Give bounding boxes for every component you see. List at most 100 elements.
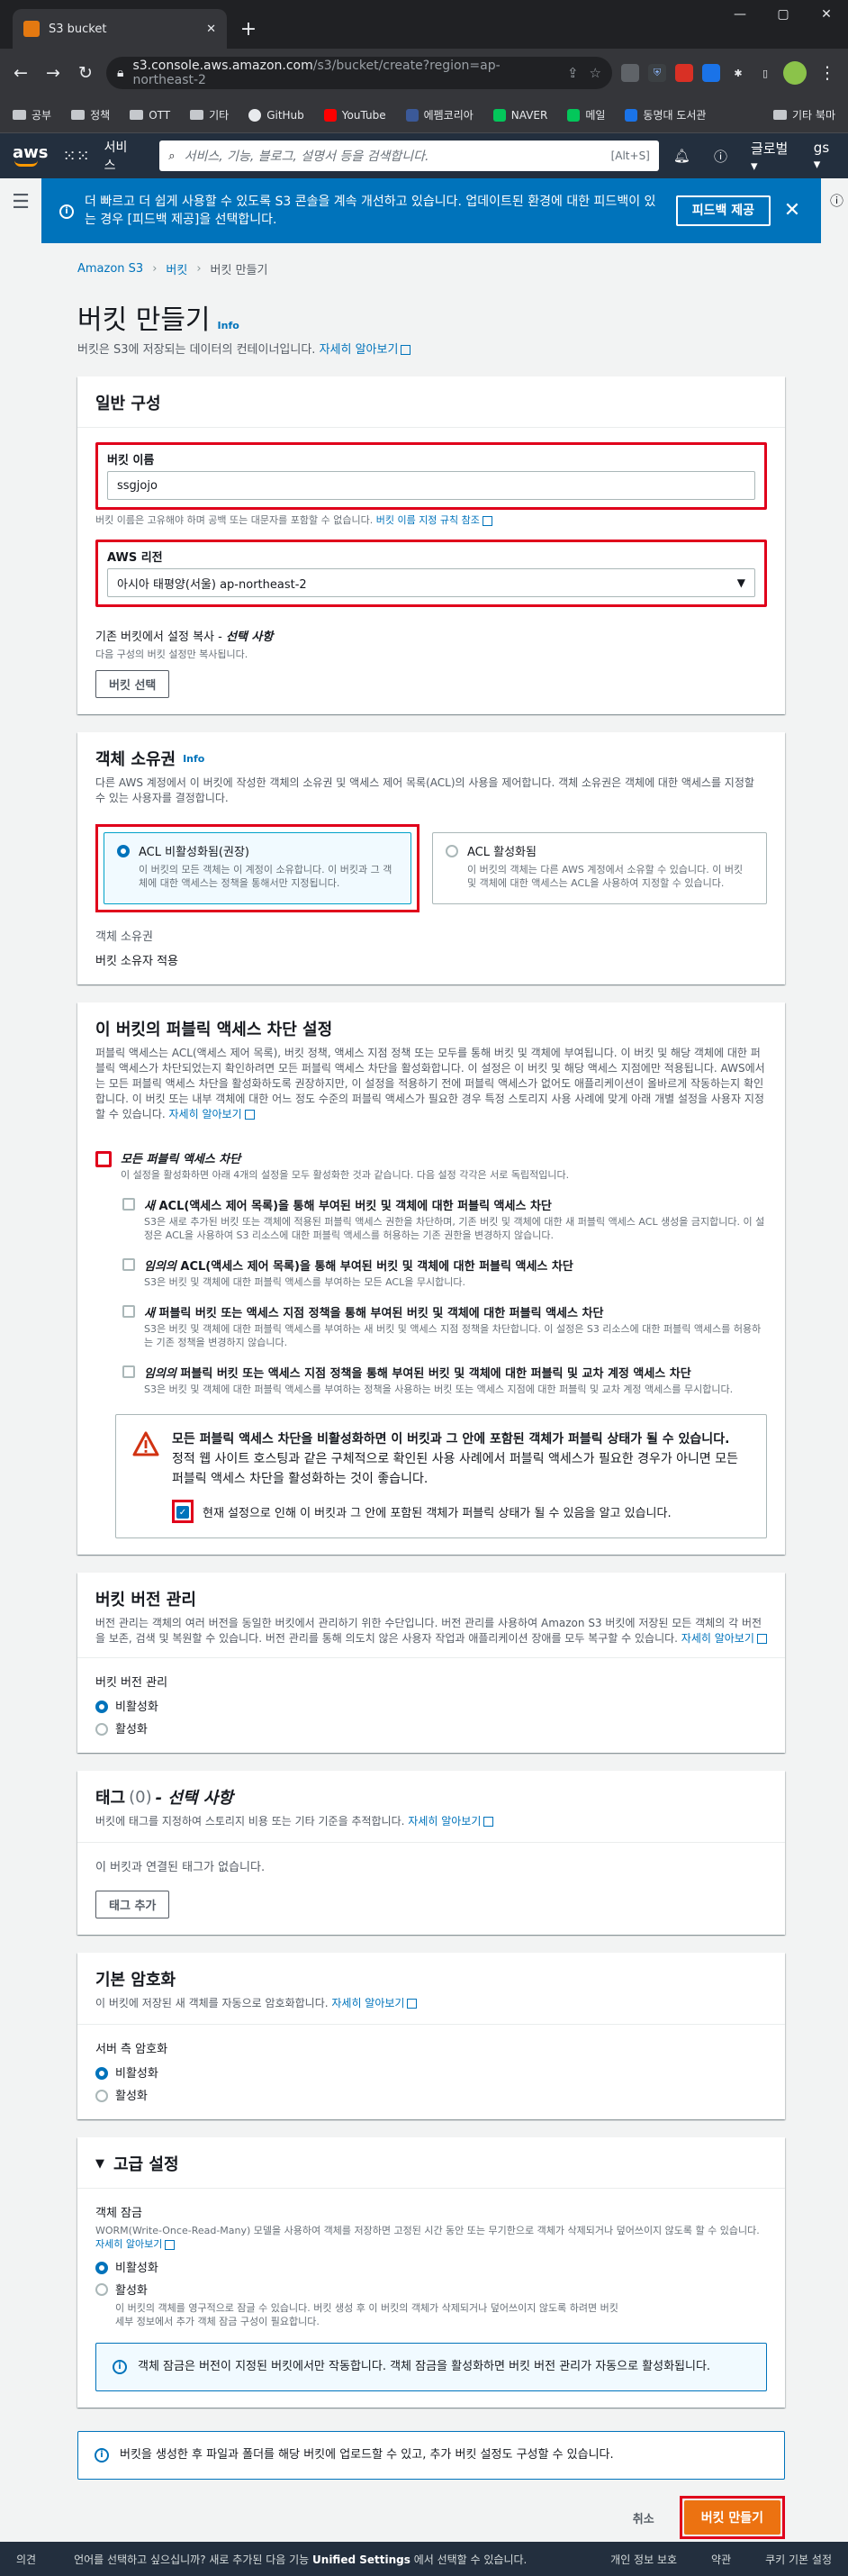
region-select[interactable]: 아시아 태평양(서울) ap-northeast-2 ▼ — [107, 568, 755, 597]
console-footer: 의견 언어를 선택하고 싶으십니까? 새로 추가된 다음 기능 Unified … — [0, 2542, 848, 2576]
close-tab-icon[interactable]: ✕ — [206, 23, 216, 36]
feedback-button[interactable]: 피드백 제공 — [675, 195, 771, 226]
forward-icon[interactable]: → — [41, 63, 65, 83]
create-bucket-button[interactable]: 버킷 만들기 — [683, 2500, 780, 2535]
tab-title: S3 bucket — [49, 22, 107, 36]
radio-selected[interactable] — [117, 845, 130, 857]
avatar[interactable] — [783, 61, 807, 85]
radio-selected[interactable] — [95, 1701, 108, 1713]
privacy-link[interactable]: 개인 정보 보호 — [610, 2552, 677, 2567]
mail-icon — [567, 108, 581, 122]
cookie-preferences-link[interactable]: 쿠키 기본 설정 — [765, 2552, 832, 2567]
radio-unselected[interactable] — [95, 2283, 108, 2296]
language-notice: 언어를 선택하고 싶으십니까? 새로 추가된 다음 기능 Unified Set… — [74, 2553, 528, 2566]
block-setting-row: 새 퍼블릭 버킷 또는 액세스 지점 정책을 통해 부여된 버킷 및 객체에 대… — [122, 1303, 767, 1349]
bookmark-item[interactable]: 정책 — [71, 107, 110, 122]
block-setting-checkbox[interactable] — [122, 1305, 135, 1318]
encryption-enable-option[interactable]: 활성화 — [95, 2086, 767, 2103]
object-lock-enable-option[interactable]: 활성화 이 버킷의 객체를 영구적으로 잠글 수 있습니다. 버킷 생성 후 이… — [95, 2281, 767, 2328]
share-icon[interactable]: ⇪ — [567, 65, 579, 81]
bookmark-item[interactable]: YouTube — [323, 108, 386, 122]
block-setting-checkbox[interactable] — [122, 1198, 135, 1211]
new-tab-button[interactable]: + — [236, 16, 261, 41]
naming-rules-link[interactable]: 버킷 이름 지정 규칙 참조 — [376, 514, 480, 526]
puzzle-icon[interactable]: ✱ — [729, 64, 747, 82]
versioning-enable-option[interactable]: 활성화 — [95, 1719, 767, 1737]
unified-settings-link[interactable]: Unified Settings — [312, 2553, 410, 2566]
advanced-header[interactable]: ▼ 고급 설정 — [77, 2137, 785, 2189]
minimize-icon[interactable]: — — [718, 0, 762, 29]
learn-more-link[interactable]: 자세히 알아보기 — [681, 1632, 754, 1645]
cancel-button[interactable]: 취소 — [633, 2509, 654, 2526]
other-bookmarks[interactable]: 기타 북마 — [773, 107, 835, 122]
add-tag-button[interactable]: 태그 추가 — [95, 1891, 170, 1918]
bookmark-item[interactable]: OTT — [130, 109, 170, 122]
page-description: 버킷은 S3에 저장되는 데이터의 컨테이너입니다. 자세히 알아보기 — [77, 342, 785, 358]
bookmark-item[interactable]: 메일 — [567, 107, 605, 122]
caret-down-icon: ▼ — [95, 2156, 104, 2171]
help-icon[interactable]: ⓘ — [714, 147, 727, 166]
block-setting-checkbox[interactable] — [122, 1258, 135, 1271]
browser-tab[interactable]: S3 bucket ✕ — [13, 9, 227, 49]
extension-icon[interactable] — [675, 64, 693, 82]
block-setting-checkbox[interactable] — [122, 1365, 135, 1378]
acl-disabled-tile[interactable]: ACL 비활성화됨(권장) 이 버킷의 모든 객체는 이 계정이 소유합니다. … — [104, 832, 411, 904]
feedback-link[interactable]: 의견 — [16, 2552, 36, 2567]
choose-bucket-button[interactable]: 버킷 선택 — [95, 670, 170, 698]
acknowledge-checkbox[interactable]: ✓ — [176, 1506, 189, 1519]
bookmark-item[interactable]: 공부 — [13, 107, 51, 122]
hamburger-icon[interactable]: ☰ — [0, 178, 41, 2539]
bookmark-item[interactable]: GitHub — [248, 108, 304, 122]
breadcrumb-s3[interactable]: Amazon S3 — [77, 262, 143, 276]
back-icon[interactable]: ← — [9, 63, 32, 83]
bookmark-item[interactable]: 에펨코리아 — [405, 107, 474, 122]
extension-icon[interactable] — [702, 64, 720, 82]
radio-selected[interactable] — [95, 2262, 108, 2274]
acl-enabled-tile[interactable]: ACL 활성화됨 이 버킷의 객체는 다른 AWS 계정에서 소유할 수 있습니… — [432, 832, 767, 904]
sidepanel-icon[interactable]: ▯ — [756, 64, 774, 82]
bell-icon[interactable]: 🔔︎ — [673, 148, 690, 164]
menu-dots-icon[interactable]: ⋮ — [816, 63, 839, 83]
info-panel-icon[interactable]: ⓘ — [830, 191, 848, 210]
bookmark-star-icon[interactable]: ☆ — [590, 65, 601, 81]
block-public-access-panel: 이 버킷의 퍼블릭 액세스 차단 설정 퍼블릭 액세스는 ACL(액세스 제어 … — [77, 1002, 785, 1555]
aws-logo[interactable]: aws — [13, 145, 49, 167]
bookmark-item[interactable]: 동명대 도서관 — [625, 107, 706, 122]
bookmark-item[interactable]: NAVER — [492, 108, 547, 122]
services-grid-icon[interactable]: ⁙⁙ — [63, 147, 90, 166]
close-icon[interactable]: ✕ — [781, 201, 803, 221]
extension-icon[interactable]: ⛨ — [648, 64, 666, 82]
radio-unselected[interactable] — [95, 2090, 108, 2102]
encryption-label: 서버 측 암호화 — [95, 2043, 168, 2056]
breadcrumb-buckets[interactable]: 버킷 — [166, 260, 187, 277]
learn-more-link[interactable]: 자세히 알아보기 — [331, 1997, 404, 2009]
encryption-disable-option[interactable]: 비활성화 — [95, 2064, 767, 2081]
learn-more-link[interactable]: 자세히 알아보기 — [95, 2238, 162, 2250]
info-link[interactable]: Info — [218, 320, 239, 331]
maximize-icon[interactable]: ▢ — [762, 0, 805, 29]
radio-unselected[interactable] — [95, 1723, 108, 1736]
bucket-name-input[interactable]: ssgjojo — [107, 471, 755, 500]
extension-icon[interactable] — [621, 64, 639, 82]
empty-tags-text: 이 버킷과 연결된 태그가 없습니다. — [95, 1861, 266, 1874]
learn-more-link[interactable]: 자세히 알아보기 — [320, 343, 399, 357]
bookmark-item[interactable]: 기타 — [190, 107, 229, 122]
radio-selected[interactable] — [95, 2067, 108, 2080]
radio-unselected[interactable] — [446, 845, 458, 857]
close-window-icon[interactable]: ✕ — [805, 0, 848, 29]
terms-link[interactable]: 약관 — [711, 2552, 731, 2567]
learn-more-link[interactable]: 자세히 알아보기 — [169, 1108, 242, 1120]
services-menu[interactable]: 서비스 — [104, 138, 137, 174]
versioning-disable-option[interactable]: 비활성화 — [95, 1697, 767, 1714]
region-selector[interactable]: 글로벌 ▾ — [751, 139, 790, 174]
address-bar[interactable]: 🔒︎ s3.console.aws.amazon.com/s3/bucket/c… — [106, 57, 612, 89]
block-all-checkbox[interactable] — [95, 1151, 112, 1167]
object-lock-disable-option[interactable]: 비활성화 — [95, 2258, 767, 2275]
learn-more-link[interactable]: 자세히 알아보기 — [408, 1815, 481, 1828]
warning-title: 모든 퍼블릭 액세스 차단을 비활성화하면 이 버킷과 그 안에 포함된 객체가… — [172, 1432, 730, 1447]
account-menu[interactable]: gs ▾ — [814, 140, 835, 172]
info-link[interactable]: Info — [183, 753, 204, 765]
search-input[interactable]: ⌕ 서비스, 기능, 블로그, 설명서 등을 검색합니다. [Alt+S] — [159, 141, 659, 171]
reload-icon[interactable]: ↻ — [74, 63, 97, 83]
panel-header: 버킷 버전 관리 버전 관리는 객체의 여러 버전을 동일한 버킷에서 관리하기… — [77, 1573, 785, 1650]
